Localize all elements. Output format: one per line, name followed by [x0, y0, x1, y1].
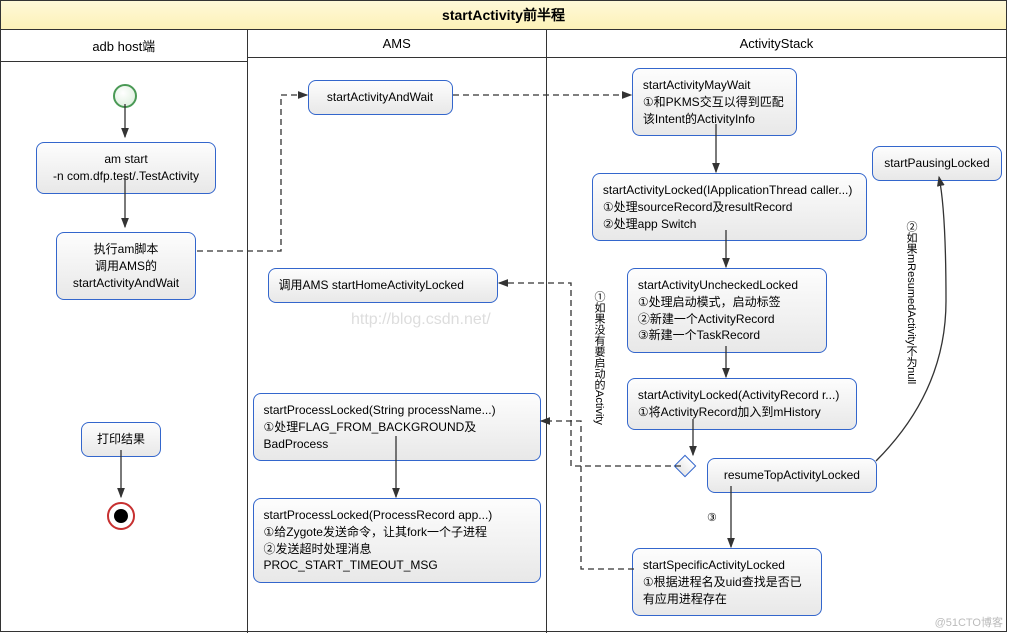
node-unchecked-locked: startActivityUncheckedLocked ①处理启动模式，启动标…: [627, 268, 827, 353]
node-start-activity-locked-2: startActivityLocked(ActivityRecord r...)…: [627, 378, 857, 430]
node-start-process-locked-2: startProcessLocked(ProcessRecord app...)…: [253, 498, 541, 583]
lane-adb-host: adb host端 am start -n com.dfp.test/.Test…: [1, 30, 248, 633]
arrow-label-resumed-not-null: ②如果mResumedActivity不为null: [901, 221, 921, 384]
attribution: @51CTO博客: [935, 614, 1003, 630]
lane-body-2: startActivityAndWait 调用AMS startHomeActi…: [248, 58, 546, 631]
node-start-activity-locked-1: startActivityLocked(IApplicationThread c…: [592, 173, 867, 241]
node-start-specific: startSpecificActivityLocked ①根据进程名及uid查找…: [632, 548, 822, 616]
lane-ams: AMS startActivityAndWait 调用AMS startHome…: [248, 30, 547, 633]
decision-diamond: [674, 455, 697, 478]
lane-body-1: am start -n com.dfp.test/.TestActivity 执…: [1, 62, 247, 635]
lane-header-2: AMS: [248, 30, 546, 58]
node-print-result: 打印结果: [81, 422, 161, 457]
lane-header-3: ActivityStack: [547, 30, 1006, 58]
diagram-title: startActivity前半程: [1, 1, 1006, 30]
lane-header-1: adb host端: [1, 30, 247, 62]
swimlanes: adb host端 am start -n com.dfp.test/.Test…: [1, 30, 1006, 633]
node-exec-script: 执行am脚本 调用AMS的 startActivityAndWait: [56, 232, 196, 300]
initial-node: [113, 84, 137, 108]
node-may-wait: startActivityMayWait ①和PKMS交互以得到匹配 该Inte…: [632, 68, 797, 136]
final-node: [107, 502, 135, 530]
node-start-process-locked-1: startProcessLocked(String processName...…: [253, 393, 541, 461]
node-start-activity-and-wait: startActivityAndWait: [308, 80, 453, 115]
arrow-label-three: ③: [705, 511, 719, 524]
diagram-container: startActivity前半程 adb host端 am start -n c…: [0, 0, 1007, 632]
node-am-start: am start -n com.dfp.test/.TestActivity: [36, 142, 216, 194]
node-start-pausing: startPausingLocked: [872, 146, 1002, 181]
arrow-label-no-activity: ①如果没有要启动的Activity: [589, 291, 609, 425]
lane-activitystack: ActivityStack startActivityMayWait ①和PKM…: [547, 30, 1006, 633]
lane-body-3: startActivityMayWait ①和PKMS交互以得到匹配 该Inte…: [547, 58, 1006, 631]
node-call-home-locked: 调用AMS startHomeActivityLocked: [268, 268, 498, 303]
node-resume-top: resumeTopActivityLocked: [707, 458, 877, 493]
